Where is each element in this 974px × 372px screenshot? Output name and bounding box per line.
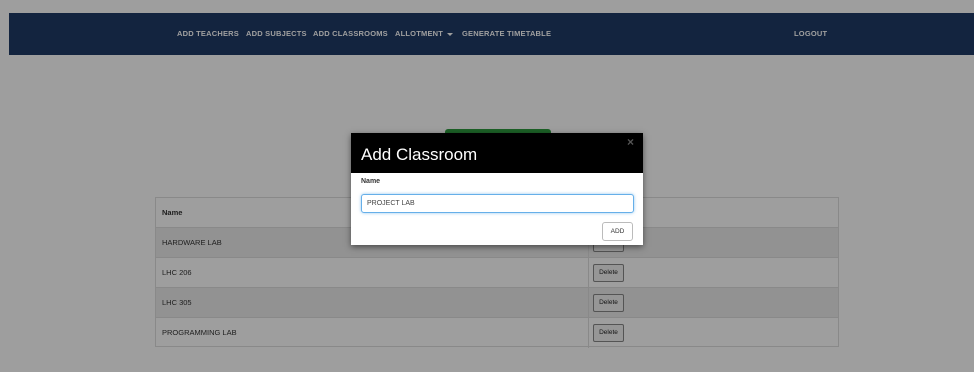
- classroom-name-input[interactable]: [361, 194, 634, 213]
- add-classroom-modal: Add Classroom × Name ADD: [351, 133, 643, 245]
- name-field-label: Name: [361, 178, 381, 185]
- close-icon[interactable]: ×: [627, 135, 634, 149]
- modal-title: Add Classroom: [361, 145, 478, 164]
- add-button[interactable]: ADD: [602, 222, 633, 241]
- modal-header: Add Classroom ×: [351, 133, 643, 173]
